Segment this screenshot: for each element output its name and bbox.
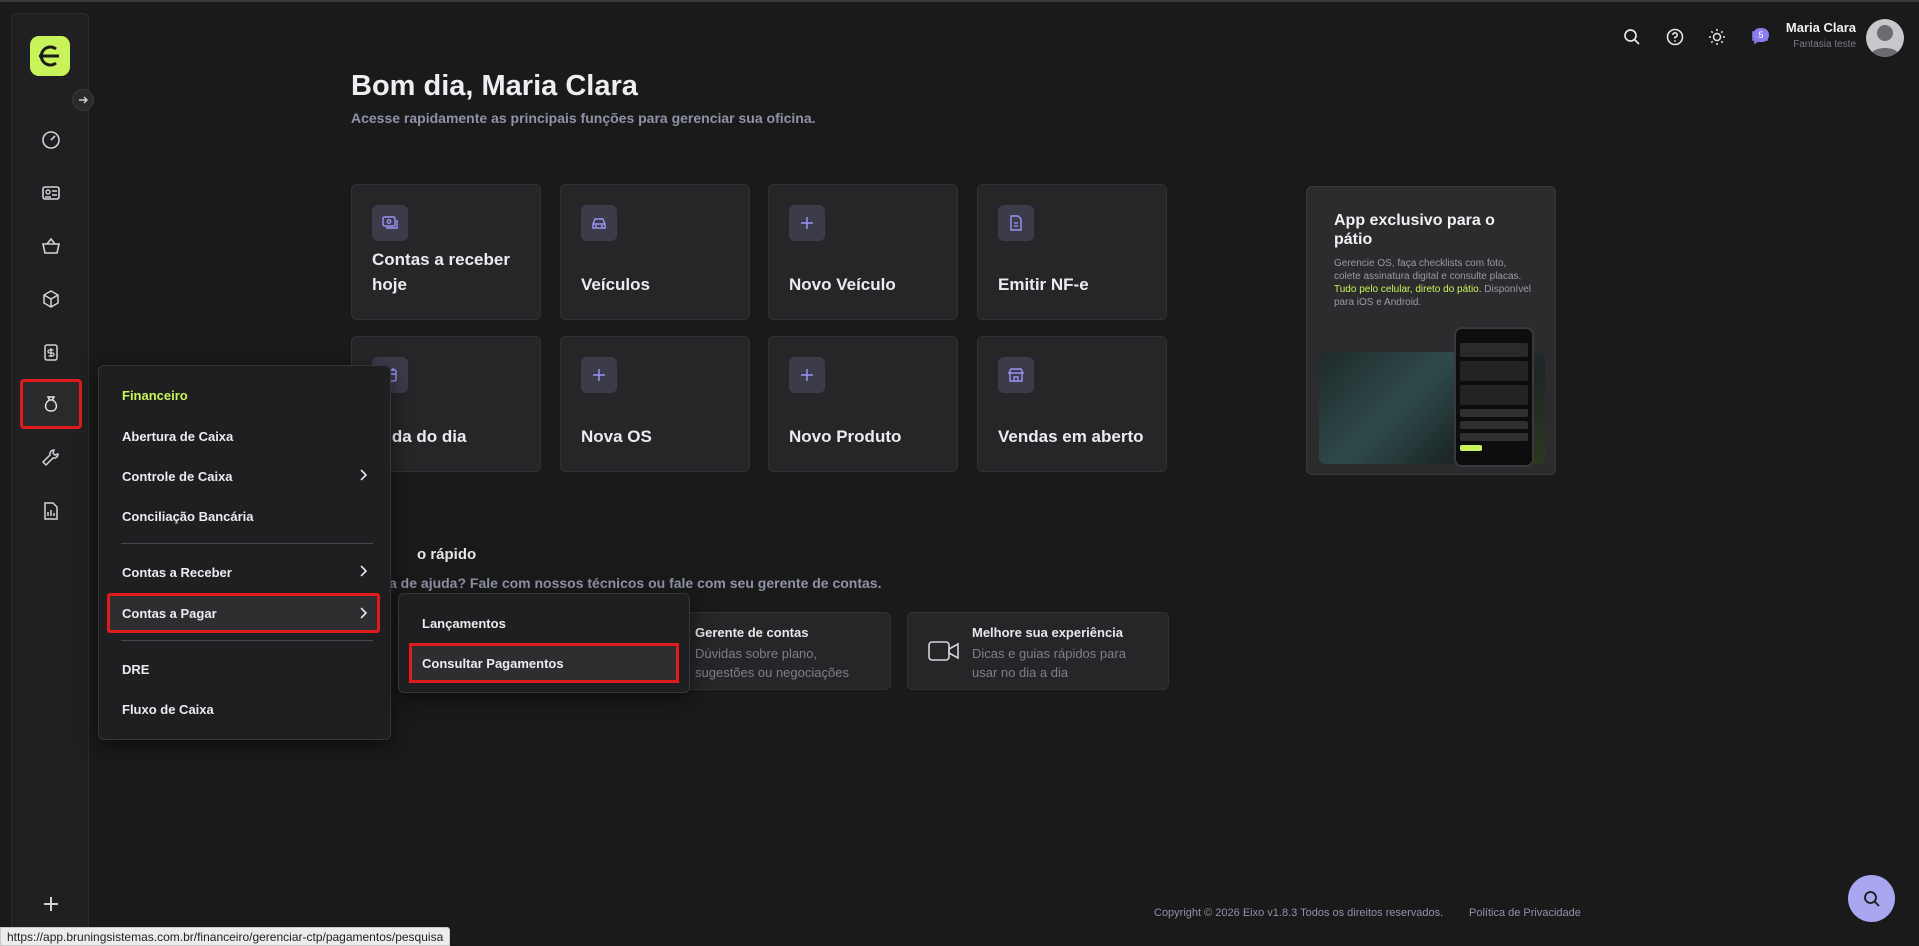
promo-text: Gerencie OS, faça checklists com foto, c… — [1334, 258, 1531, 308]
submenu-item-lancamentos[interactable]: Lançamentos — [409, 603, 679, 643]
help-section-subtitle: a de ajuda? Fale com nossos técnicos ou … — [389, 575, 882, 591]
quick-card-label: Contas a receber hoje — [372, 250, 510, 294]
wrench-icon — [41, 449, 59, 467]
search-button[interactable] — [1620, 25, 1644, 49]
user-name[interactable]: Maria Clara — [1786, 20, 1856, 35]
report-chart-icon — [44, 502, 58, 520]
app-promo-card[interactable]: App exclusivo para o pátio Gerencie OS, … — [1306, 186, 1556, 475]
quick-card-label: Vendas em aberto — [998, 427, 1144, 446]
quick-card-new-vehicle[interactable]: Novo Veículo — [768, 184, 958, 320]
logo-e-icon — [39, 45, 59, 67]
menu-item-abertura-caixa[interactable]: Abertura de Caixa — [107, 418, 380, 454]
quick-card-issue-nfe[interactable]: Emitir NF-e — [977, 184, 1167, 320]
store-icon — [998, 357, 1034, 393]
video-camera-icon — [928, 641, 959, 661]
help-button[interactable] — [1663, 25, 1687, 49]
plus-icon — [581, 357, 617, 393]
gauge-icon — [42, 131, 60, 149]
chevron-right-icon — [360, 565, 368, 577]
quick-card-label: Novo Veículo — [789, 275, 896, 294]
clipboard-dollar-icon — [44, 344, 58, 361]
sidebar-item-customers[interactable] — [20, 168, 82, 218]
search-icon — [1624, 29, 1640, 45]
sidebar-add-button[interactable] — [20, 887, 82, 921]
menu-divider — [121, 640, 373, 641]
page-title: Bom dia, Maria Clara — [351, 70, 638, 102]
user-silhouette-icon — [1870, 25, 1900, 57]
plus-icon — [44, 897, 58, 911]
browser-status-url: https://app.bruningsistemas.com.br/finan… — [0, 927, 451, 946]
promo-title: App exclusivo para o pátio — [1334, 212, 1495, 248]
notification-badge: 5 — [1753, 28, 1769, 42]
sidebar-item-dashboard[interactable] — [20, 115, 82, 165]
promo-highlight: Tudo pelo celular, direto do pátio. — [1334, 284, 1482, 295]
theme-toggle-button[interactable] — [1705, 25, 1729, 49]
footer-privacy-link[interactable]: Política de Privacidade — [1469, 907, 1581, 919]
quick-card-open-sales[interactable]: Vendas em aberto — [977, 336, 1167, 472]
menu-divider — [121, 543, 373, 544]
help-card-title: Melhore sua experiência — [972, 625, 1124, 640]
id-card-icon — [42, 186, 60, 200]
search-icon — [1863, 890, 1880, 907]
quick-card-label: Emitir NF-e — [998, 275, 1089, 294]
sidebar-item-products[interactable] — [20, 274, 82, 324]
plus-icon — [789, 357, 825, 393]
chevron-right-icon — [360, 469, 368, 481]
quick-card-new-os[interactable]: Nova OS — [560, 336, 750, 472]
help-circle-icon — [1666, 28, 1684, 46]
app-logo[interactable] — [30, 36, 70, 76]
menu-item-conciliacao[interactable]: Conciliação Bancária — [107, 498, 380, 534]
sidebar-item-sales[interactable] — [20, 221, 82, 271]
quick-card-label: Veículos — [581, 275, 650, 294]
help-card-title: Gerente de contas — [695, 625, 809, 640]
box-icon — [43, 290, 59, 308]
menu-item-fluxo-caixa[interactable]: Fluxo de Caixa — [107, 691, 380, 727]
menu-item-contas-pagar[interactable]: Contas a Pagar — [107, 593, 380, 633]
arrow-right-icon — [79, 96, 88, 104]
menu-heading: Financeiro — [122, 388, 188, 403]
user-company: Fantasia teste — [1793, 39, 1856, 50]
menu-item-dre[interactable]: DRE — [107, 651, 380, 687]
financial-menu: Financeiro Abertura de Caixa Controle de… — [98, 365, 391, 740]
plus-icon — [789, 205, 825, 241]
basket-icon — [42, 237, 60, 254]
quick-card-new-product[interactable]: Novo Produto — [768, 336, 958, 472]
page-subtitle: Acesse rapidamente as principais funções… — [351, 110, 816, 126]
document-icon — [998, 205, 1034, 241]
quick-card-label: Nova OS — [581, 427, 652, 446]
quick-card-vehicles[interactable]: Veículos — [560, 184, 750, 320]
avatar[interactable] — [1866, 19, 1904, 57]
quick-card-label: enda do dia — [372, 427, 467, 446]
contas-pagar-submenu: Lançamentos Consultar Pagamentos — [398, 593, 690, 693]
help-section-title: o rápido — [417, 546, 477, 563]
menu-item-contas-receber[interactable]: Contas a Receber — [107, 554, 380, 590]
car-icon — [581, 205, 617, 241]
sidebar-item-financial[interactable] — [20, 379, 82, 429]
help-card-account-manager[interactable]: Gerente de contas Dúvidas sobre plano, s… — [670, 612, 891, 690]
money-bag-icon — [44, 396, 58, 412]
sidebar-item-billing[interactable] — [20, 327, 82, 377]
quick-card-label: Novo Produto — [789, 427, 902, 446]
sidebar — [11, 13, 94, 932]
footer-copyright: Copyright © 2026 Eixo v1.8.3 Todos os di… — [1154, 907, 1444, 919]
sidebar-item-services[interactable] — [20, 433, 82, 483]
window-top-border — [0, 0, 1919, 2]
submenu-item-consultar-pagamentos[interactable]: Consultar Pagamentos — [409, 643, 679, 683]
sidebar-item-reports[interactable] — [20, 486, 82, 536]
phone-mockup — [1454, 327, 1534, 467]
menu-item-controle-caixa[interactable]: Controle de Caixa — [107, 458, 380, 494]
help-card-experience[interactable]: Melhore sua experiência Dicas e guias rá… — [907, 612, 1169, 690]
help-card-desc: Dúvidas sobre plano, sugestões ou negoci… — [695, 646, 849, 680]
receivable-icon — [372, 205, 408, 241]
sidebar-expand-button[interactable] — [72, 89, 94, 111]
help-card-desc: Dicas e guias rápidos para usar no dia a… — [972, 646, 1126, 680]
sun-icon — [1709, 29, 1725, 45]
chevron-right-icon — [360, 607, 368, 619]
floating-search-button[interactable] — [1848, 875, 1895, 922]
quick-card-receivables-today[interactable]: Contas a receber hoje — [351, 184, 541, 320]
